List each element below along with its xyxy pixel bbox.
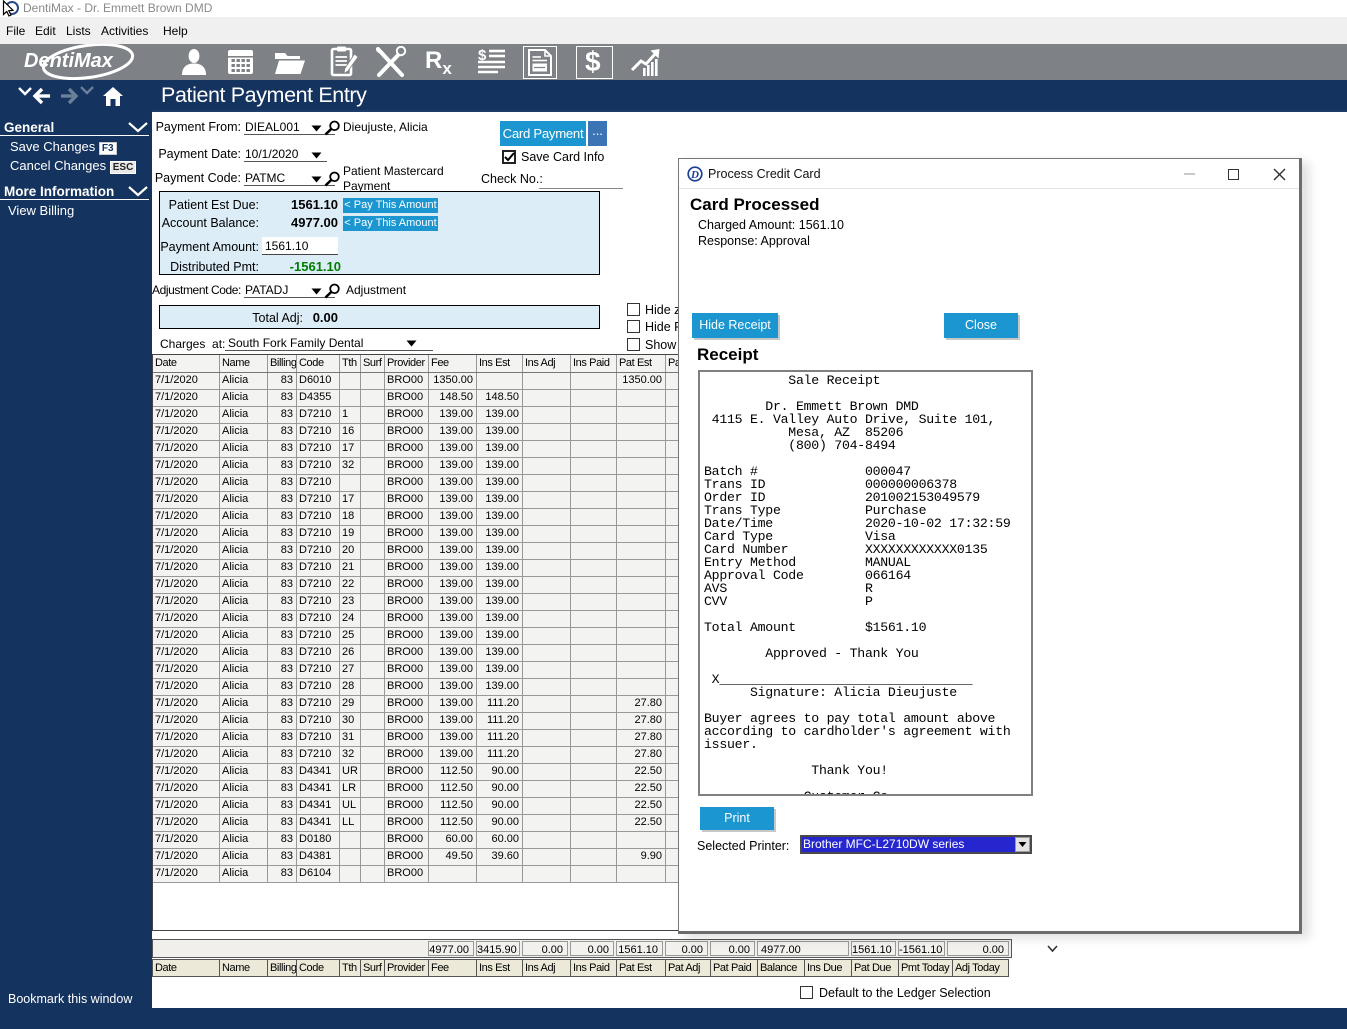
svg-text:D: D xyxy=(690,169,699,181)
svg-text:DentiMax: DentiMax xyxy=(24,50,114,72)
